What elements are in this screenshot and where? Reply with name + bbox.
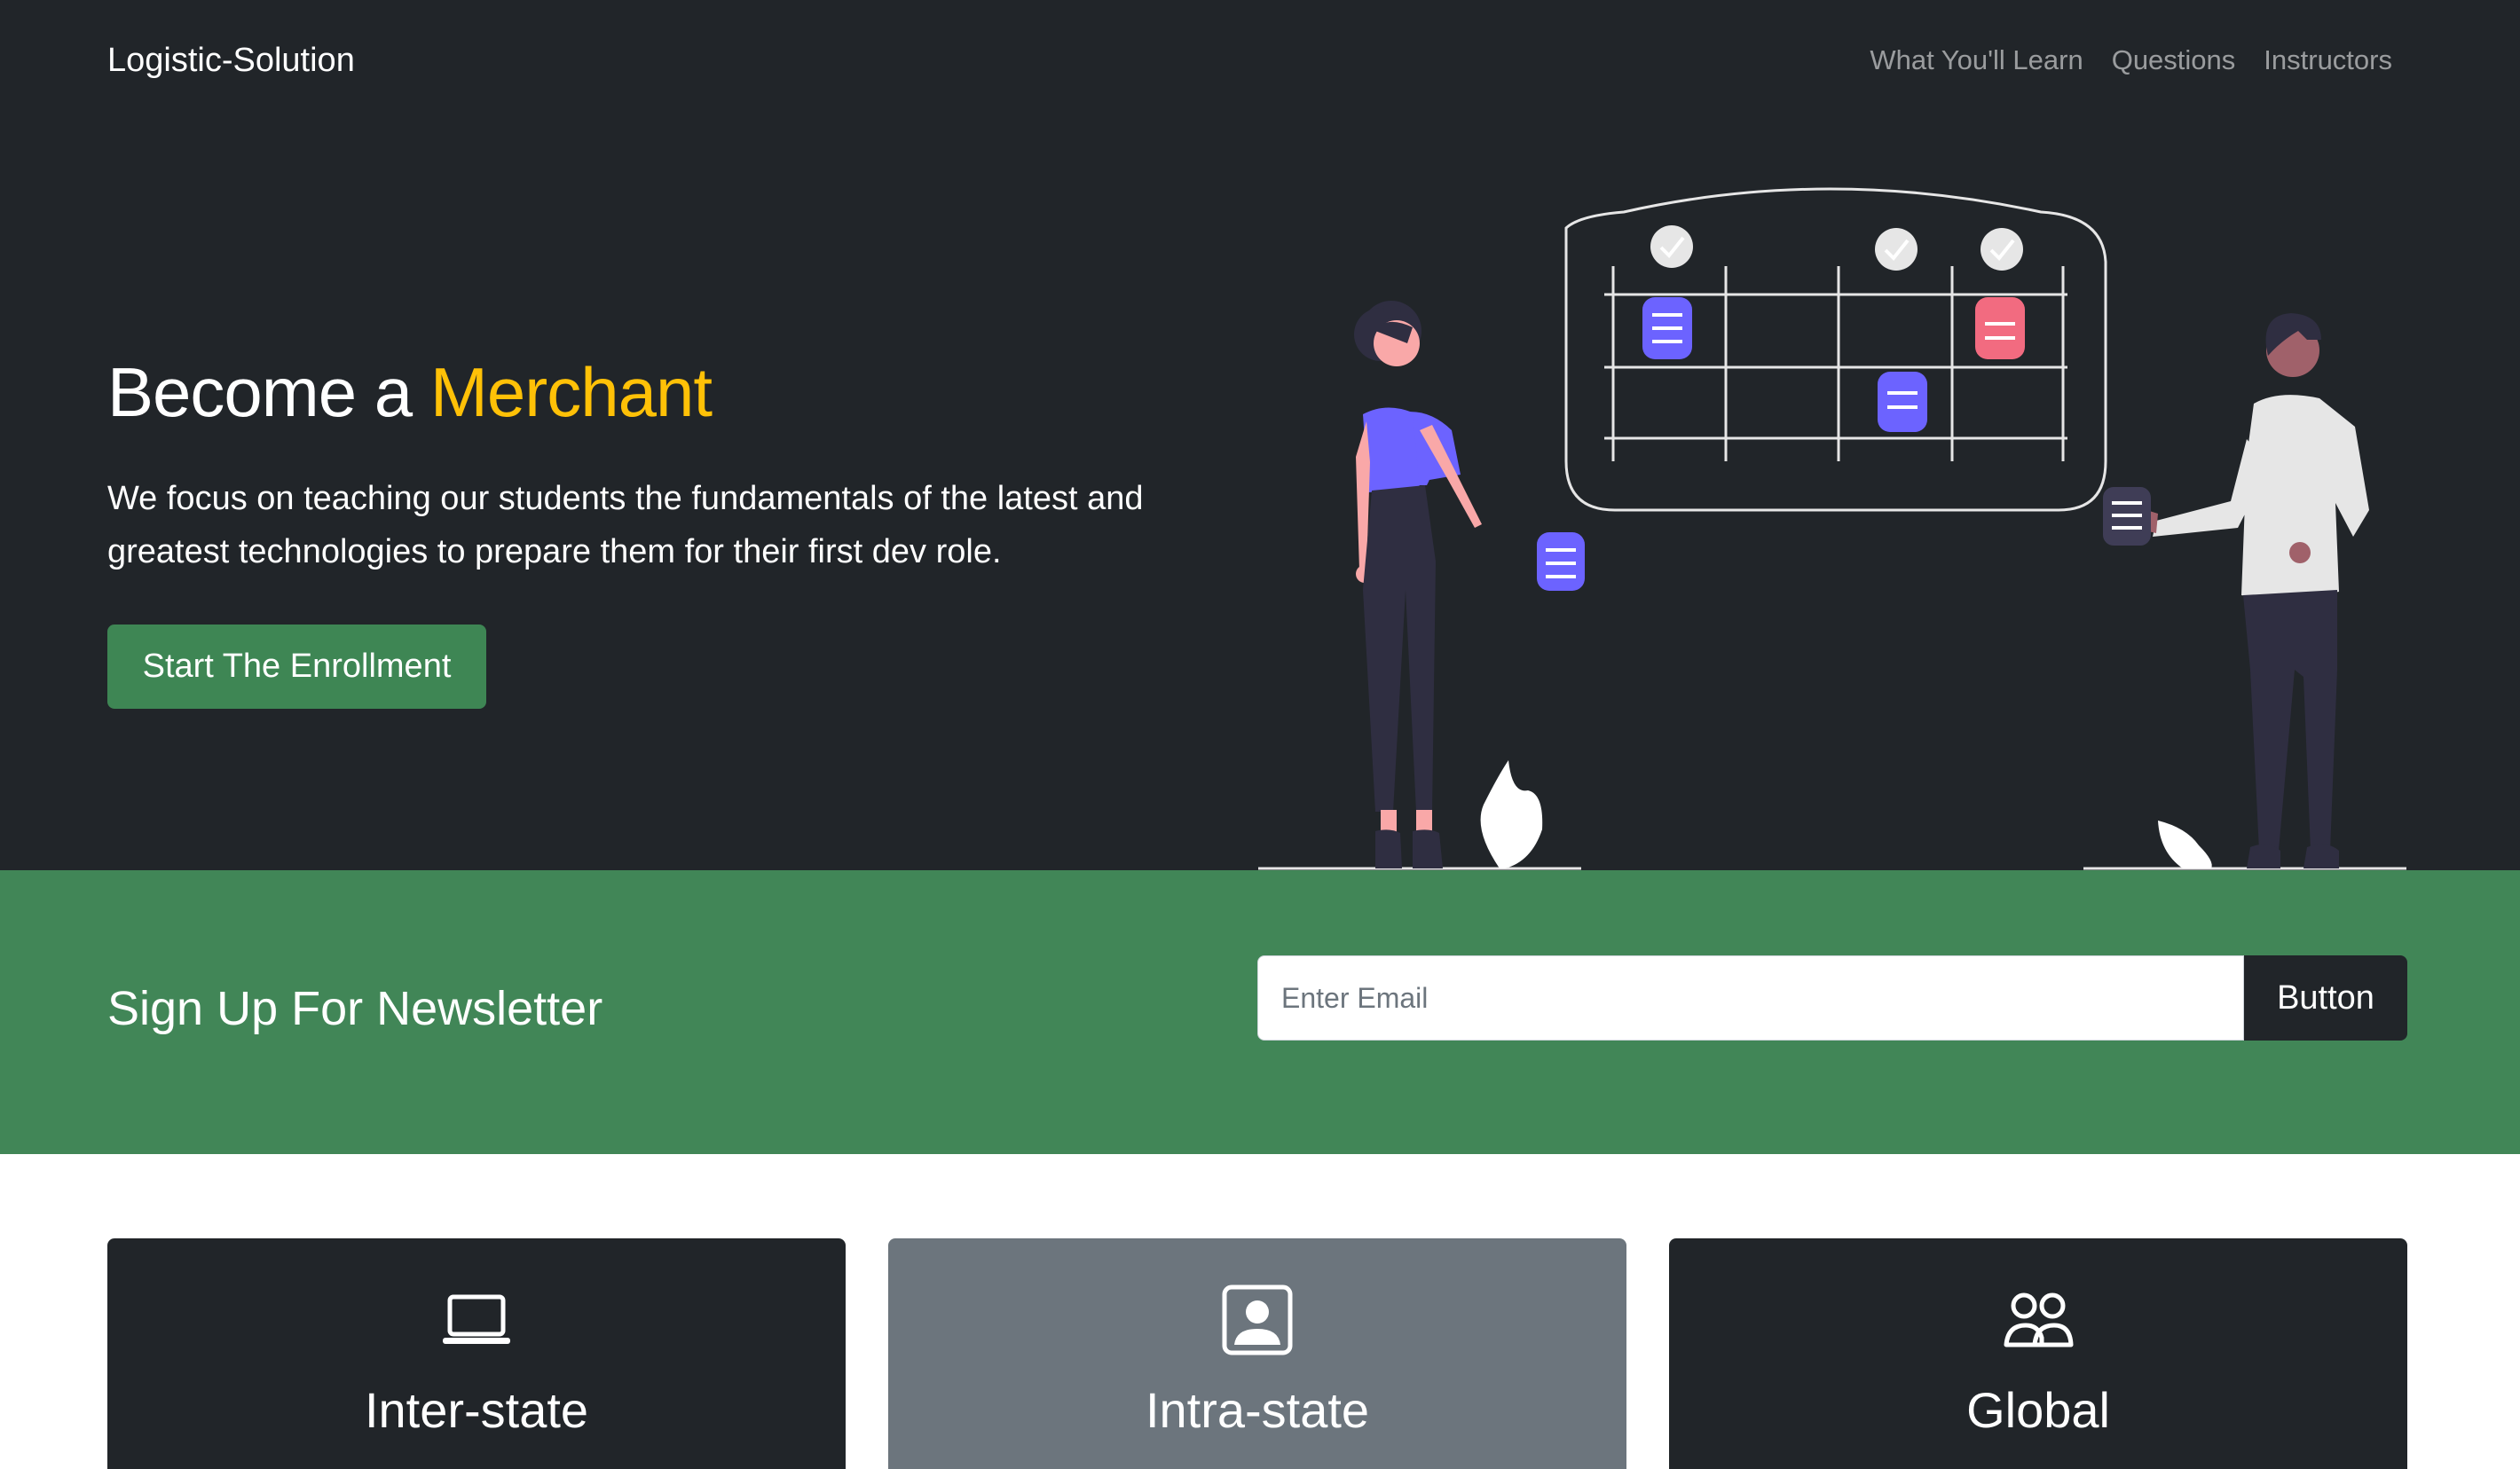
check-icon <box>1981 228 2023 271</box>
newsletter-title: Sign Up For Newsletter <box>107 982 603 1035</box>
hero-title-prefix: Become a <box>107 353 430 431</box>
newsletter-submit-button[interactable]: Button <box>2244 955 2407 1041</box>
card-intra-state: Intra-state <box>888 1238 1626 1469</box>
card-global: Global <box>1669 1238 2407 1469</box>
person-badge-icon <box>1222 1284 1293 1355</box>
nav-link-what-youll-learn[interactable]: What You'll Learn <box>1870 39 2083 82</box>
check-icon <box>1650 225 1693 268</box>
card-title: Inter-state <box>364 1382 589 1438</box>
people-icon <box>2004 1292 2074 1347</box>
hero-title: Become a Merchant <box>107 350 713 435</box>
note-icon <box>1975 297 2025 359</box>
card-inter-state: Inter-state <box>107 1238 846 1469</box>
note-icon <box>1642 297 1692 359</box>
woman-figure <box>1354 301 1585 868</box>
nav-link-questions[interactable]: Questions <box>2112 39 2236 82</box>
plant-right <box>2158 821 2212 868</box>
hero-illustration <box>1258 187 2406 870</box>
check-icon <box>1875 228 1918 271</box>
man-figure <box>2103 313 2369 868</box>
note-icon <box>1878 372 1927 432</box>
hero-title-highlight: Merchant <box>429 353 713 431</box>
newsletter-section: Sign Up For Newsletter Button <box>0 870 2520 1154</box>
nav-link-instructors[interactable]: Instructors <box>2264 39 2392 82</box>
start-enrollment-button[interactable]: Start The Enrollment <box>107 625 486 709</box>
navbar: Logistic-Solution What You'll Learn Ques… <box>0 0 2520 121</box>
nav-links: What You'll Learn Questions Instructors <box>1841 39 2392 82</box>
card-title: Intra-state <box>1145 1382 1370 1438</box>
card-title: Global <box>1966 1382 2110 1438</box>
plant-left <box>1480 760 1543 868</box>
brand-logo[interactable]: Logistic-Solution <box>107 39 355 82</box>
hero-lead: We focus on teaching our students the fu… <box>107 480 1144 570</box>
laptop-icon <box>443 1294 510 1344</box>
email-input[interactable] <box>1257 955 2244 1041</box>
